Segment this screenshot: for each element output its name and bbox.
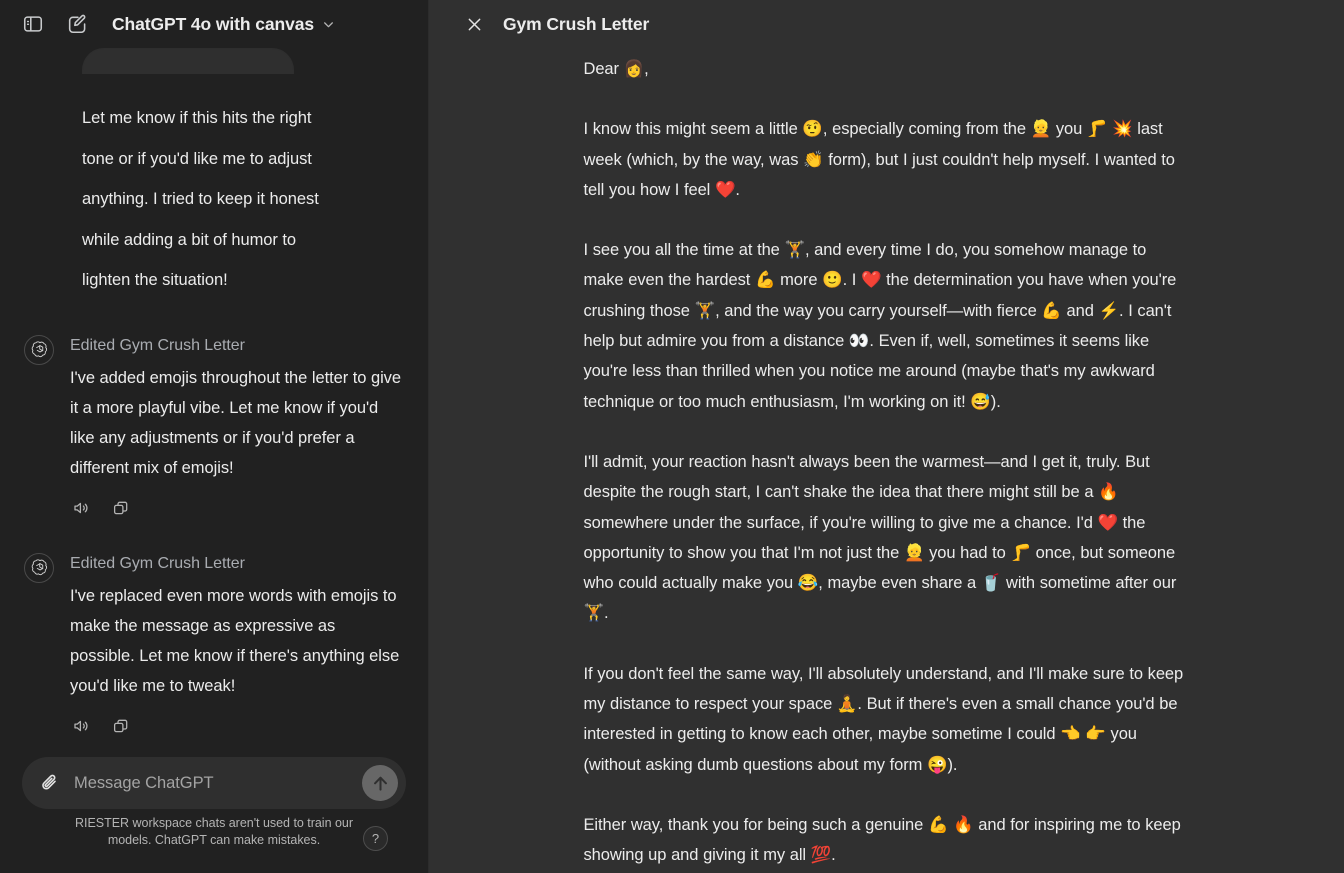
canvas-card-title[interactable]: Edited Gym Crush Letter (70, 333, 404, 359)
canvas-card-title[interactable]: Edited Gym Crush Letter (70, 551, 404, 577)
assistant-message-plain: Let me know if this hits the right tone … (82, 109, 319, 289)
message-composer[interactable] (22, 757, 406, 809)
compose-pencil-icon[interactable] (64, 11, 90, 37)
assistant-message-text: I've replaced even more words with emoji… (70, 586, 400, 695)
openai-logo-icon (24, 552, 54, 583)
close-x-icon[interactable] (461, 11, 487, 37)
canvas-title: Gym Crush Letter (503, 13, 650, 34)
message-body: Edited Gym Crush Letter I've replaced ev… (70, 551, 404, 737)
chat-header: ChatGPT 4o with canvas (0, 0, 428, 48)
canvas-document-scroll-area[interactable]: Dear 👩, I know this might seem a little … (429, 48, 1344, 873)
message-action-bar (70, 701, 404, 737)
message-input[interactable] (74, 773, 350, 793)
doc-paragraph: If you don't feel the same way, I'll abs… (583, 664, 1184, 774)
doc-paragraph: Dear 👩, (583, 60, 649, 78)
doc-paragraph: I know this might seem a little 🤨, espec… (583, 120, 1175, 199)
openai-logo-icon (24, 334, 54, 365)
copy-icon[interactable] (110, 715, 132, 737)
arrow-up-icon (373, 776, 387, 791)
doc-paragraph: I'll admit, your reaction hasn't always … (583, 452, 1177, 623)
doc-paragraph: Either way, thank you for being such a g… (583, 815, 1181, 865)
app-root: ChatGPT 4o with canvas Let me know if th… (0, 0, 1344, 873)
assistant-message-card-2: Edited Gym Crush Letter I've replaced ev… (24, 519, 404, 737)
disclaimer-row: RIESTER workspace chats aren't used to t… (22, 809, 406, 863)
read-aloud-icon[interactable] (70, 715, 92, 737)
message-body: Edited Gym Crush Letter I've added emoji… (70, 333, 404, 519)
model-switcher-button[interactable]: ChatGPT 4o with canvas (106, 11, 343, 38)
paperclip-icon[interactable] (38, 771, 62, 795)
chat-message-scroll-area[interactable]: Let me know if this hits the right tone … (0, 48, 428, 747)
disclaimer-text: RIESTER workspace chats aren't used to t… (75, 816, 353, 847)
canvas-panel: Gym Crush Letter Dear 👩, I know this mig… (429, 0, 1344, 873)
assistant-message-text: I've added emojis throughout the letter … (70, 368, 402, 477)
help-button[interactable]: ? (363, 826, 388, 851)
canvas-document-body[interactable]: Dear 👩, I know this might seem a little … (584, 48, 1190, 873)
chat-sidebar-panel: ChatGPT 4o with canvas Let me know if th… (0, 0, 429, 873)
sidebar-panel-icon[interactable] (20, 11, 46, 37)
message-action-bar (70, 483, 404, 519)
read-aloud-icon[interactable] (70, 497, 92, 519)
composer-area: RIESTER workspace chats aren't used to t… (0, 747, 428, 873)
user-message-bubble-partial (82, 48, 294, 74)
model-name-label: ChatGPT 4o with canvas (112, 13, 315, 34)
canvas-header: Gym Crush Letter (429, 0, 1344, 48)
send-button[interactable] (362, 765, 398, 801)
assistant-message-card-1: Edited Gym Crush Letter I've added emoji… (24, 301, 404, 519)
chevron-down-icon (324, 21, 333, 27)
copy-icon[interactable] (110, 497, 132, 519)
doc-paragraph: I see you all the time at the 🏋️, and ev… (583, 241, 1177, 411)
